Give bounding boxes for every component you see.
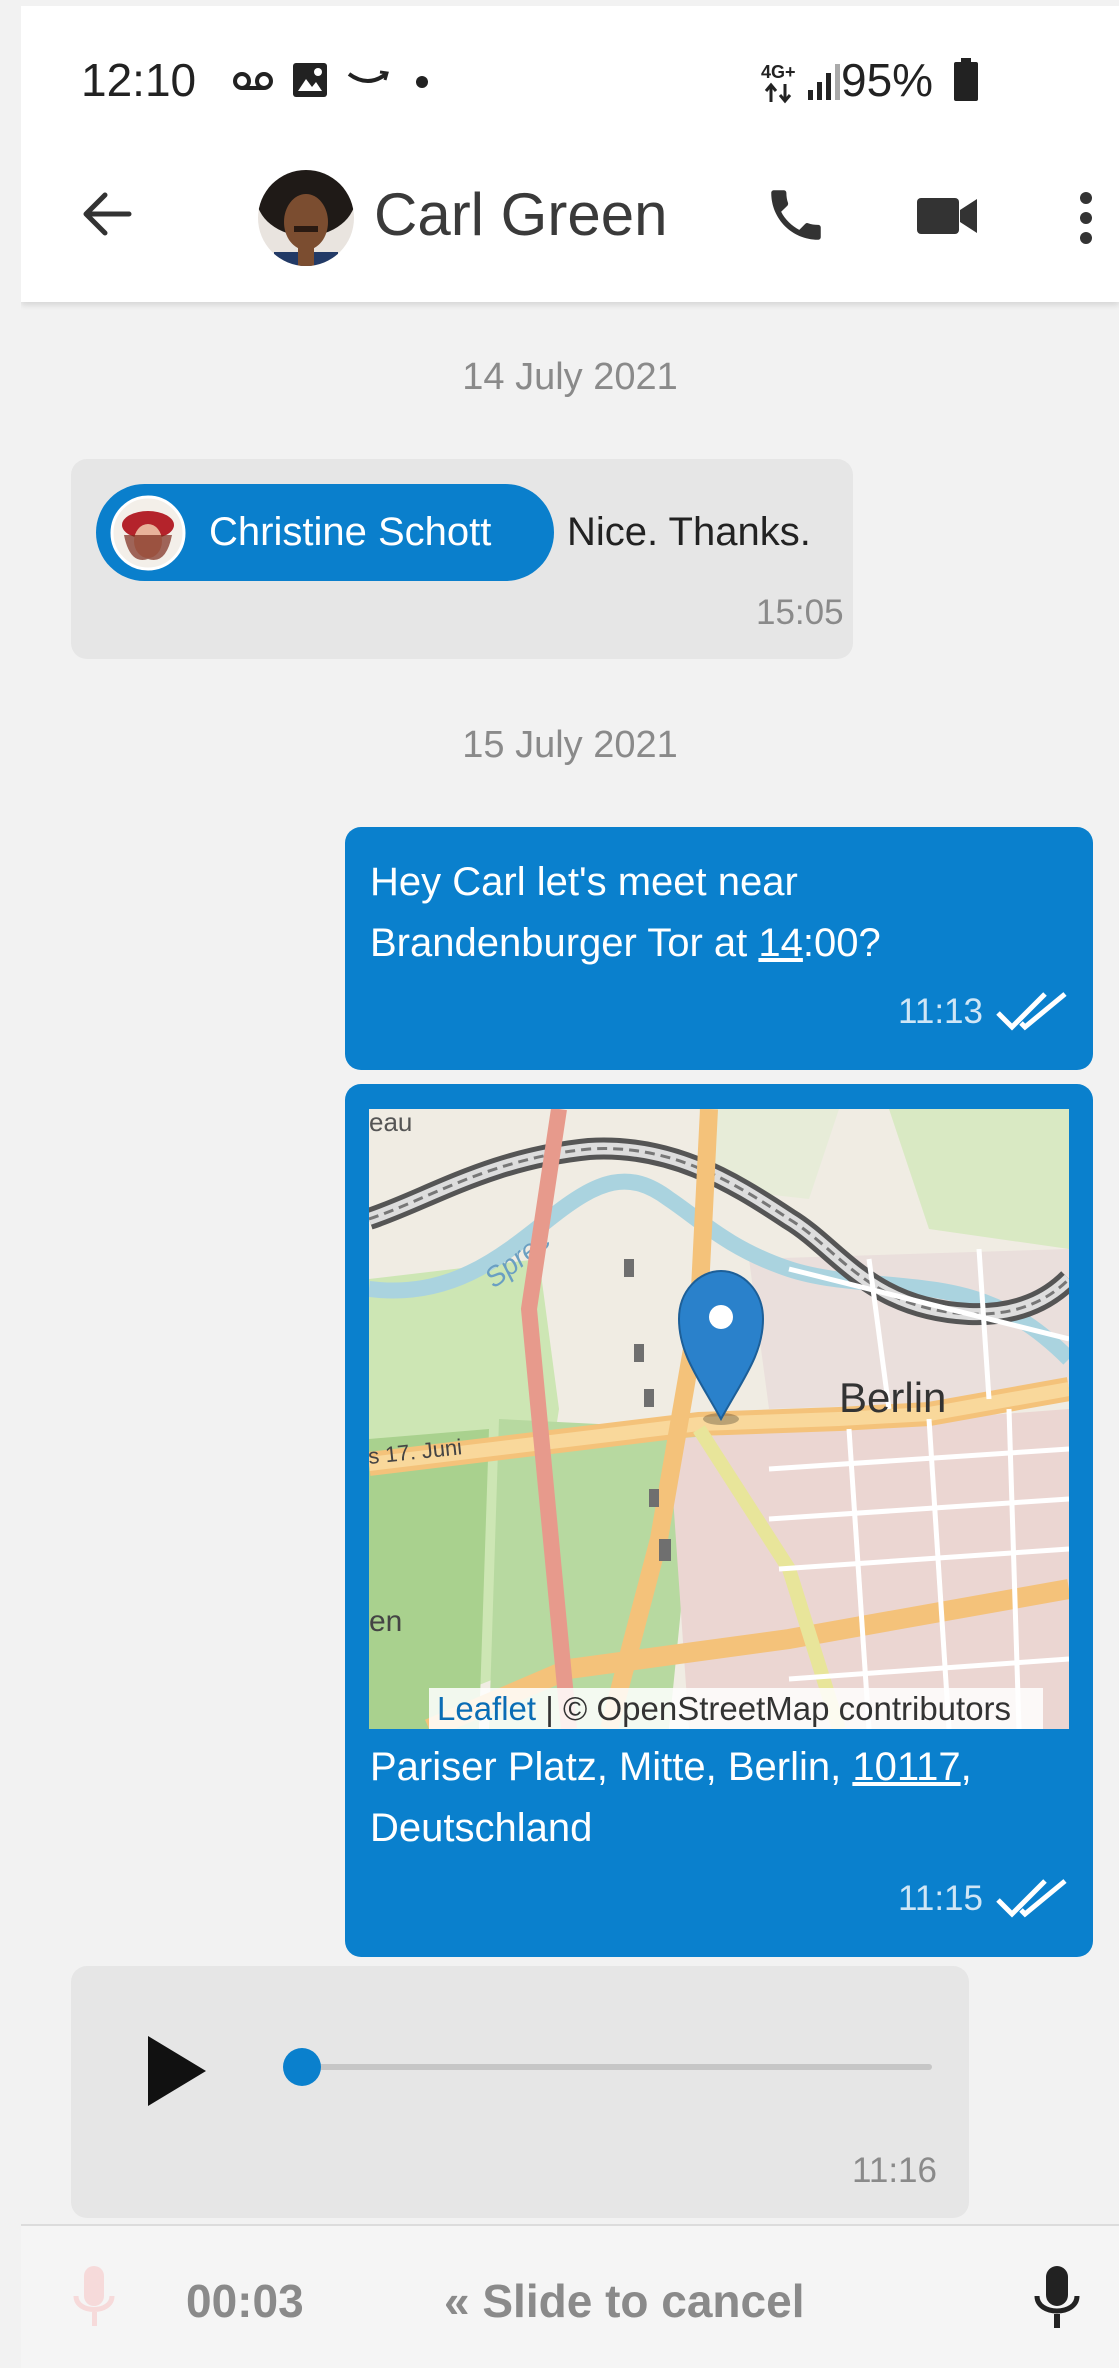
signal-icon xyxy=(808,64,840,100)
map-attribution: Leaflet | © OpenStreetMap contributors xyxy=(429,1688,1043,1729)
postcode-link[interactable]: 10117 xyxy=(852,1745,960,1789)
date-separator: 14 July 2021 xyxy=(462,356,678,398)
chat-screen: 12:10 4G+ 95% Carl Green 14 July 2021 Ch… xyxy=(21,6,1119,2368)
play-icon[interactable] xyxy=(146,2034,208,2108)
message-text-part: Brandenburger Tor at xyxy=(370,921,759,965)
map-preview[interactable]: Spree Berlin s 17. Juni eau en xyxy=(369,1109,1069,1729)
mention-chip[interactable]: Christine Schott xyxy=(96,484,554,581)
address-line2: Deutschland xyxy=(370,1806,593,1850)
leaflet-link[interactable]: Leaflet xyxy=(437,1690,536,1727)
phone-icon[interactable] xyxy=(763,182,829,248)
status-bar: 12:10 4G+ 95% xyxy=(21,6,1119,156)
address-part: , xyxy=(960,1745,972,1789)
message-text-line1: Hey Carl let's meet near xyxy=(370,860,798,904)
contact-name[interactable]: Carl Green xyxy=(374,180,667,249)
slide-to-cancel[interactable]: « Slide to cancel xyxy=(444,2274,804,2328)
address-part: Pariser Platz, Mitte, Berlin, xyxy=(370,1745,853,1789)
mention-avatar xyxy=(110,495,186,571)
message-time: 11:13 xyxy=(898,992,983,1031)
double-check-icon xyxy=(996,992,1067,1031)
audio-progress-track[interactable] xyxy=(302,2064,932,2070)
microphone-icon[interactable] xyxy=(1032,2264,1082,2334)
app-header: 12:10 4G+ 95% Carl Green xyxy=(21,6,1119,302)
message-time: 11:15 xyxy=(898,1879,983,1918)
battery-icon xyxy=(954,58,978,101)
audio-message[interactable]: 11:16 xyxy=(71,1966,969,2218)
battery-percent: 95% xyxy=(841,54,934,106)
data-arrows-icon xyxy=(764,82,792,104)
outgoing-message[interactable]: Hey Carl let's meet near Brandenburger T… xyxy=(345,827,1093,1070)
date-separator: 15 July 2021 xyxy=(462,724,678,766)
incoming-message[interactable]: Christine Schott Nice. Thanks. 15:05 xyxy=(71,459,853,659)
recording-timer: 00:03 xyxy=(186,2275,304,2327)
status-time: 12:10 xyxy=(81,54,197,106)
more-vert-icon[interactable] xyxy=(1076,190,1096,246)
message-text-line2: Brandenburger Tor at 14:00? xyxy=(370,913,881,974)
message-time: 11:16 xyxy=(852,2151,937,2190)
message-text: Nice. Thanks. xyxy=(567,510,811,554)
double-check-icon xyxy=(996,1879,1067,1918)
message-text-part: :00? xyxy=(802,921,881,965)
voicemail-icon xyxy=(233,72,273,90)
amazon-icon xyxy=(347,70,389,83)
network-type: 4G+ xyxy=(761,62,796,82)
map-label-left: en xyxy=(369,1605,402,1638)
location-message[interactable]: Spree Berlin s 17. Juni eau en Leaflet |… xyxy=(345,1084,1093,1957)
video-camera-icon[interactable] xyxy=(916,196,978,236)
message-time: 15:05 xyxy=(756,593,844,632)
back-arrow-icon[interactable] xyxy=(79,186,135,242)
recording-bar: 00:03 « Slide to cancel xyxy=(21,2224,1119,2368)
time-link[interactable]: 14 xyxy=(758,921,803,965)
map-label-city: Berlin xyxy=(839,1374,946,1421)
map-label-top: eau xyxy=(369,1109,412,1137)
address-line1: Pariser Platz, Mitte, Berlin, 10117, xyxy=(370,1737,972,1798)
mention-name: Christine Schott xyxy=(209,510,492,554)
contact-avatar[interactable] xyxy=(254,160,358,270)
audio-progress-knob[interactable] xyxy=(283,2048,321,2086)
recording-mic-icon xyxy=(73,2266,115,2326)
notification-dot-icon xyxy=(416,76,428,88)
attribution-text: | © OpenStreetMap contributors xyxy=(536,1690,1012,1727)
image-icon xyxy=(293,63,327,97)
